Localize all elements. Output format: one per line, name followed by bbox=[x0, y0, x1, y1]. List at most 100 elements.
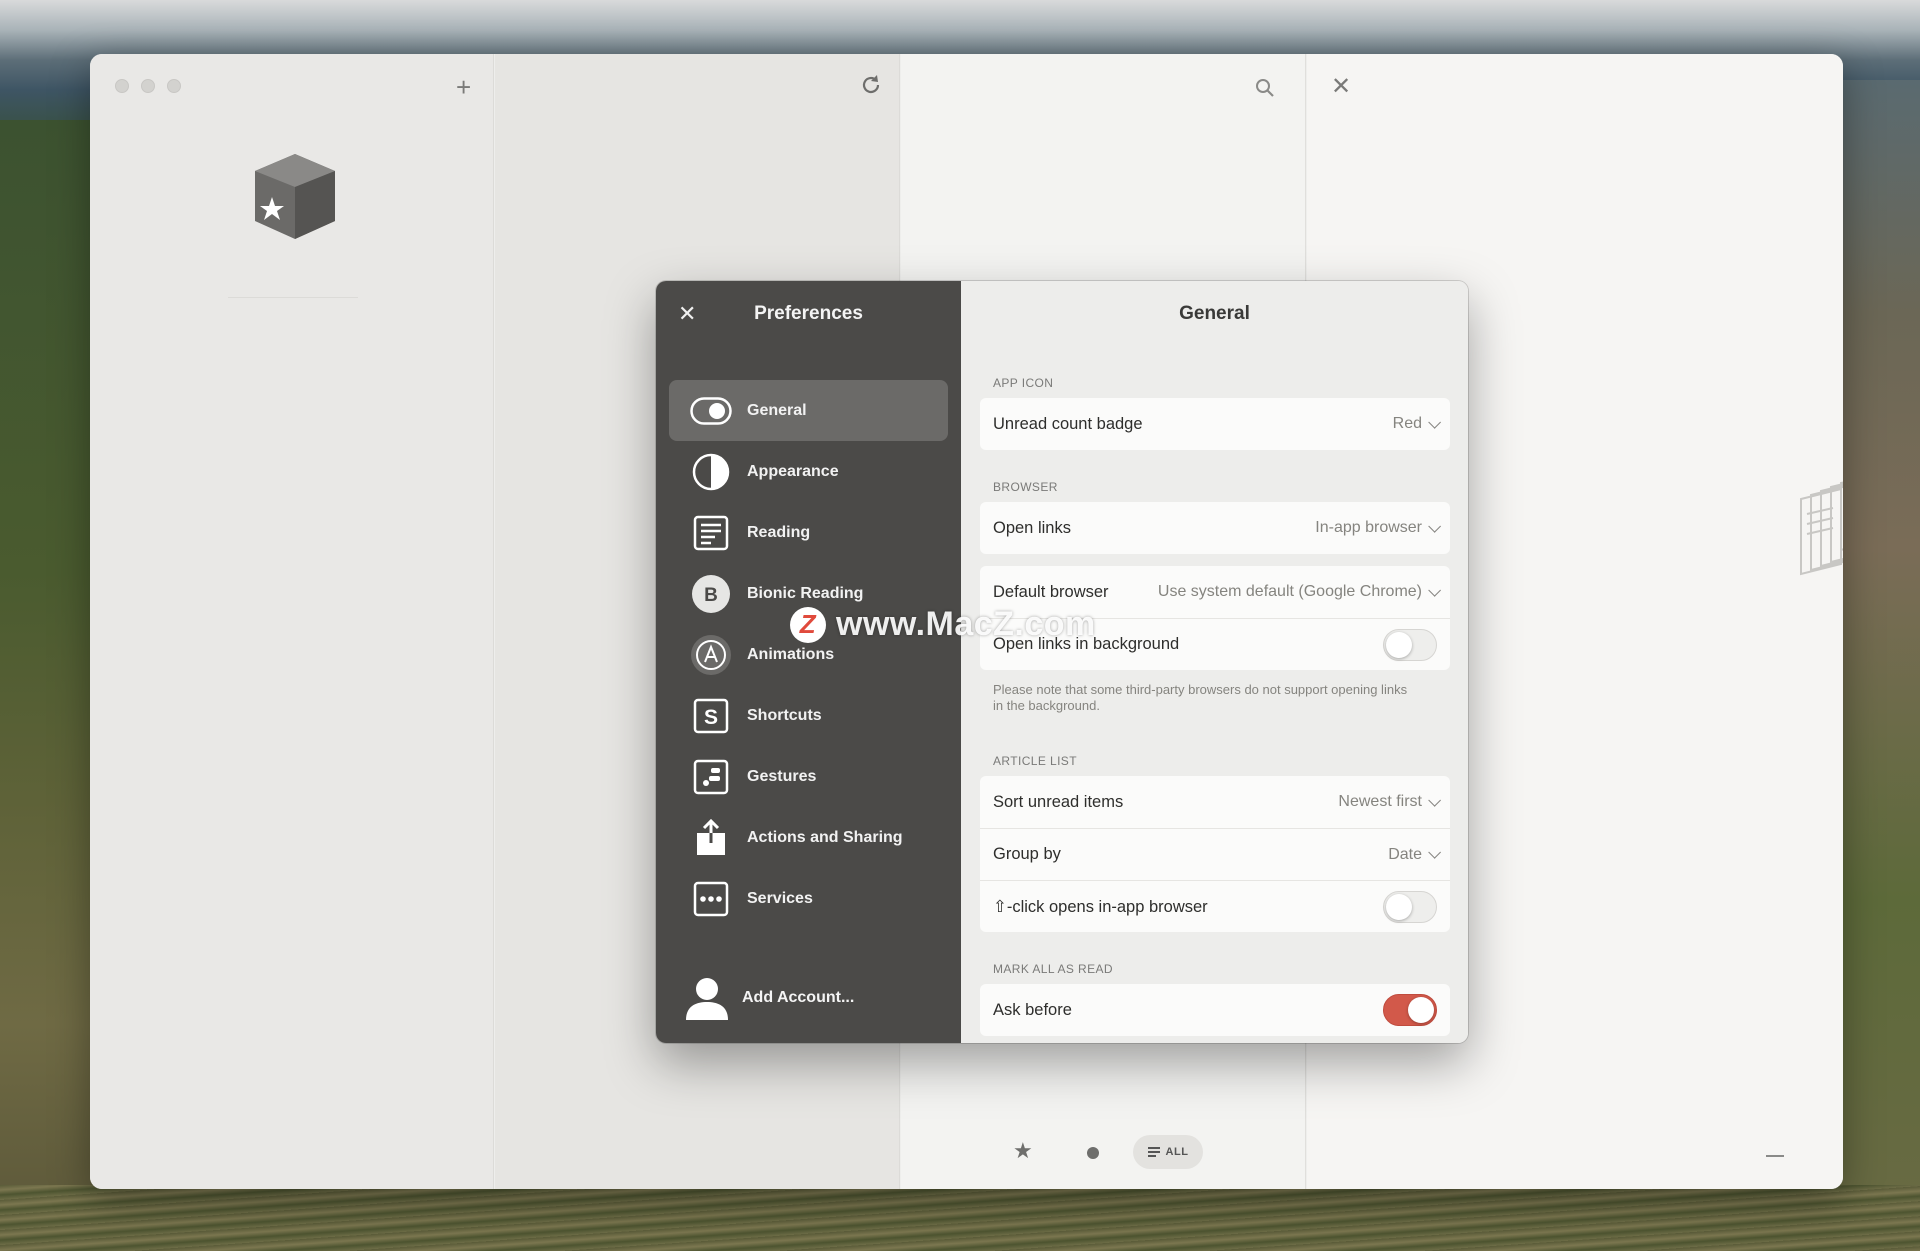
add-icon[interactable]: + bbox=[456, 74, 471, 100]
select-value: Date bbox=[1388, 845, 1422, 863]
open-links-label: Open links bbox=[993, 518, 1071, 537]
preferences-title: Preferences bbox=[754, 303, 863, 324]
ask-before-toggle[interactable] bbox=[1383, 994, 1437, 1026]
nav-label: Gestures bbox=[747, 767, 817, 785]
shift-click-row: ⇧-click opens in-app browser bbox=[980, 880, 1450, 932]
nav-label: Services bbox=[747, 889, 813, 907]
unread-filter-icon[interactable] bbox=[1087, 1147, 1099, 1159]
nav-item-appearance[interactable]: Appearance bbox=[669, 441, 948, 502]
all-filter-label: ALL bbox=[1165, 1146, 1189, 1158]
chevron-down-icon bbox=[1428, 519, 1441, 533]
refresh-icon[interactable] bbox=[860, 74, 882, 100]
group-by-select[interactable]: Date bbox=[1388, 845, 1441, 864]
br-badge-icon: B bbox=[689, 572, 733, 616]
zoom-window-button[interactable] bbox=[167, 79, 181, 93]
app-logo bbox=[250, 149, 340, 244]
toggle-knob bbox=[1408, 997, 1434, 1023]
nav-label: Reading bbox=[747, 523, 811, 541]
window-controls bbox=[115, 79, 181, 93]
svg-text:B: B bbox=[704, 585, 718, 606]
sort-unread-row: Sort unread items Newest first bbox=[980, 776, 1450, 828]
close-icon[interactable]: ✕ bbox=[1331, 74, 1351, 100]
article-list-group: Sort unread items Newest first Group by … bbox=[980, 776, 1450, 932]
desktop-vineyard bbox=[0, 1185, 1920, 1251]
select-value: Red bbox=[1392, 415, 1422, 432]
nav-label: General bbox=[747, 401, 807, 419]
group-by-label: Group by bbox=[993, 845, 1061, 863]
dots-square-icon bbox=[689, 877, 733, 921]
mark-all-group: Ask before bbox=[980, 984, 1450, 1036]
section-label-browser: BROWSER bbox=[993, 480, 1058, 494]
open-links-select[interactable]: In-app browser bbox=[1315, 519, 1441, 537]
section-label-app-icon: APP ICON bbox=[993, 376, 1054, 390]
search-icon[interactable] bbox=[1255, 76, 1275, 102]
open-links-row: Open links In-app browser bbox=[980, 502, 1450, 554]
starred-filter-icon[interactable]: ★ bbox=[1013, 1138, 1033, 1164]
open-in-background-toggle[interactable] bbox=[1383, 628, 1437, 661]
add-account-label: Add Account... bbox=[742, 989, 855, 1006]
desktop-forest bbox=[0, 120, 95, 1251]
default-browser-select[interactable]: Use system default (Google Chrome) bbox=[1158, 583, 1441, 601]
toggle-icon bbox=[689, 389, 733, 433]
minimize-window-button[interactable] bbox=[141, 79, 155, 93]
unread-count-badge-label: Unread count badge bbox=[993, 414, 1143, 433]
nav-item-shortcuts[interactable]: S Shortcuts bbox=[669, 685, 948, 746]
preferences-dialog: ✕ Preferences General Appearance Reading… bbox=[656, 281, 1468, 1043]
watermark-text: www.MacZ.com bbox=[836, 605, 1096, 643]
unread-count-badge-select[interactable]: Red bbox=[1392, 415, 1441, 433]
collapse-icon[interactable] bbox=[1766, 1155, 1784, 1157]
ask-before-row: Ask before bbox=[980, 984, 1450, 1036]
sources-column: + bbox=[90, 54, 494, 1189]
nav-item-services[interactable]: Services bbox=[669, 868, 948, 929]
desktop-hillside bbox=[1830, 80, 1920, 1251]
nav-item-actions-and-sharing[interactable]: Actions and Sharing bbox=[669, 807, 948, 868]
shift-click-label: ⇧-click opens in-app browser bbox=[993, 897, 1208, 916]
nav-label: Animations bbox=[747, 645, 835, 663]
all-filter-button[interactable]: ALL bbox=[1133, 1135, 1203, 1169]
empty-reader-illustration bbox=[1797, 469, 1843, 589]
sort-unread-select[interactable]: Newest first bbox=[1338, 793, 1441, 811]
person-icon bbox=[686, 978, 728, 1020]
article-filter-bar: ★ ALL bbox=[901, 1135, 1305, 1169]
panel-title: General bbox=[1179, 303, 1250, 324]
general-settings-panel: General APP ICON Unread count badge Red … bbox=[961, 281, 1468, 1043]
chevron-down-icon bbox=[1428, 793, 1441, 807]
nav-item-general[interactable]: General bbox=[669, 380, 948, 441]
chevron-down-icon bbox=[1428, 846, 1441, 859]
gesture-icon bbox=[689, 755, 733, 799]
divider bbox=[228, 297, 358, 298]
close-window-button[interactable] bbox=[115, 79, 129, 93]
nav-label: Bionic Reading bbox=[747, 584, 864, 602]
document-lines-icon bbox=[689, 511, 733, 555]
watermark-logo: Z bbox=[790, 606, 826, 643]
watermark: Z www.MacZ.com bbox=[790, 605, 1096, 644]
chevron-down-icon bbox=[1428, 415, 1441, 429]
svg-text:S: S bbox=[704, 706, 718, 729]
nav-item-gestures[interactable]: Gestures bbox=[669, 746, 948, 807]
nav-item-reading[interactable]: Reading bbox=[669, 502, 948, 563]
open-links-group: Open links In-app browser bbox=[980, 502, 1450, 554]
letter-s-square-icon: S bbox=[689, 694, 733, 738]
nav-label: Actions and Sharing bbox=[747, 828, 903, 846]
letter-a-circle-icon bbox=[689, 633, 733, 677]
unread-count-badge-row: Unread count badge Red bbox=[980, 398, 1450, 450]
list-icon bbox=[1147, 1147, 1160, 1157]
group-by-row: Group by Date bbox=[980, 828, 1450, 880]
toggle-knob bbox=[1386, 893, 1412, 920]
section-label-mark-all: MARK ALL AS READ bbox=[993, 962, 1114, 976]
app-icon-group: Unread count badge Red bbox=[980, 398, 1450, 450]
toggle-knob bbox=[1386, 631, 1412, 658]
preferences-nav: General Appearance Reading B Bionic Read… bbox=[669, 380, 948, 929]
half-circle-icon bbox=[689, 450, 733, 494]
chevron-down-icon bbox=[1428, 583, 1441, 597]
preferences-sidebar: ✕ Preferences General Appearance Reading… bbox=[656, 281, 961, 1043]
ask-before-label: Ask before bbox=[993, 1000, 1072, 1019]
nav-label: Shortcuts bbox=[747, 706, 822, 724]
background-note: Please note that some third-party browse… bbox=[993, 682, 1408, 713]
shift-click-toggle[interactable] bbox=[1383, 890, 1437, 923]
sort-unread-label: Sort unread items bbox=[993, 792, 1124, 811]
add-account-button[interactable]: Add Account... bbox=[684, 976, 854, 1020]
share-icon bbox=[689, 816, 733, 860]
select-value: In-app browser bbox=[1315, 519, 1422, 536]
section-label-article-list: ARTICLE LIST bbox=[993, 754, 1077, 768]
